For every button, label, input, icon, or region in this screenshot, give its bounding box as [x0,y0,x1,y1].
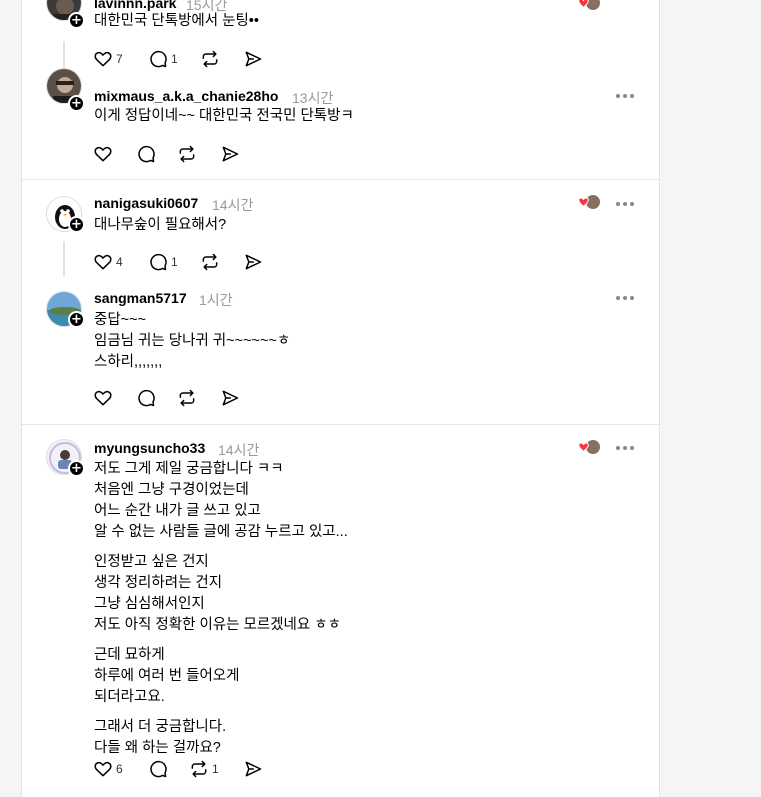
username[interactable]: mixmaus_a.k.a_chanie28ho [94,88,278,104]
share-button[interactable] [243,48,263,70]
repost-icon [179,389,195,407]
like-count: 7 [116,52,123,66]
reply-button[interactable] [136,143,156,165]
post-paragraph: 근데 묘하게 하루에 여러 번 들어오게 되더라고요. [94,645,348,708]
like-count: 4 [116,255,123,269]
reply-button[interactable]: 1 [148,251,178,273]
repost-button[interactable] [177,143,197,165]
username[interactable]: myungsuncho33 [94,440,205,456]
post-text: 저도 그게 제일 궁금합니다 ㅋㅋ 처음엔 그냥 구경이었는데 어느 순간 내가… [94,459,348,768]
share-icon [245,51,262,67]
repost-icon [202,253,218,271]
post-divider [22,424,659,425]
more-icon[interactable] [616,443,636,453]
heart-icon [94,254,112,270]
like-count: 6 [116,762,123,776]
repost-button[interactable] [200,48,220,70]
like-button[interactable]: 7 [93,48,123,70]
post-text: 대나무숲이 필요해서? [94,215,226,236]
reply-button[interactable] [148,758,168,780]
more-icon[interactable] [616,199,636,209]
post-text-line: 대나무숲이 필요해서? [94,217,227,233]
username[interactable]: nanigasuki0607 [94,195,198,211]
reply-count: 1 [171,52,178,66]
heart-icon [94,390,112,406]
comment-icon [138,389,155,407]
share-button[interactable] [243,251,263,273]
reply-button[interactable] [136,387,156,409]
more-icon[interactable] [616,293,636,303]
follow-plus-icon[interactable]: + [68,216,85,233]
post-text-line: 알 수 없는 사람들 글에 공감 누르고 있고... [94,524,348,540]
post-text-line: 중답~~~ [94,312,147,328]
like-button[interactable]: 6 [93,758,123,780]
username[interactable]: sangman5717 [94,290,187,306]
post-text-line: 근데 묘하게 [94,647,165,663]
repost-button[interactable]: 1 [189,758,219,780]
post-text: 중답~~~ 임금님 귀는 당나귀 귀~~~~~~ㅎ 스하리,,,,,,, [94,310,290,373]
share-icon [245,761,262,777]
share-icon [245,254,262,270]
post-text-line: 이게 정답이네~~ 대한민국 전국민 단톡방ㅋ [94,108,354,124]
follow-plus-icon[interactable]: + [68,95,85,112]
heart-icon [94,146,112,162]
comment-icon [138,145,155,163]
thread-connector [63,241,65,277]
post-text: 이게 정답이네~~ 대한민국 전국민 단톡방ㅋ [94,106,354,127]
post-text-line: 그래서 더 궁금합니다. [94,719,227,735]
post-text-line: 임금님 귀는 당나귀 귀~~~~~~ㅎ [94,333,291,349]
timestamp: 1시간 [199,292,233,308]
share-icon [222,146,239,162]
liked-by-author-badge [577,0,601,13]
post-text-line: 저도 아직 정확한 이유는 모르겠네요 ㅎㅎ [94,617,341,633]
post-text-line: 대한민국 단톡방에서 눈팅•• [94,13,259,29]
post-text-line: 다들 왜 하는 걸까요? [94,740,221,756]
heart-icon [94,51,112,67]
thread-feed: + lavinnn.park 15시간 대한민국 단톡방에서 눈팅•• 7 1 … [21,0,660,797]
like-button[interactable] [93,387,113,409]
timestamp: 13시간 [292,90,334,106]
timestamp: 14시간 [218,442,260,458]
post-text-line: 처음엔 그냥 구경이었는데 [94,482,249,498]
post-text-line: 생각 정리하려는 건지 [94,575,223,591]
repost-button[interactable] [177,387,197,409]
liked-by-author-badge [577,439,601,457]
comment-icon [150,760,167,778]
post-paragraph: 그래서 더 궁금합니다. 다들 왜 하는 걸까요? [94,717,348,759]
repost-button[interactable] [200,251,220,273]
share-button[interactable] [220,143,240,165]
post-text-line: 되더라고요. [94,689,165,705]
like-button[interactable] [93,143,113,165]
post-text-line: 스하리,,,,,,, [94,354,163,370]
reply-count: 1 [171,255,178,269]
comment-icon [150,50,167,68]
post-divider [22,179,659,180]
repost-icon [191,760,207,778]
post-text-line: 그냥 심심해서인지 [94,596,205,612]
heart-icon [94,761,112,777]
timestamp: 14시간 [212,197,254,213]
share-icon [222,390,239,406]
follow-plus-icon[interactable]: + [68,460,85,477]
post-paragraph: 저도 그게 제일 궁금합니다 ㅋㅋ 처음엔 그냥 구경이었는데 어느 순간 내가… [94,459,348,543]
post-text-line: 인정받고 싶은 건지 [94,554,209,570]
post-paragraph: 인정받고 싶은 건지 생각 정리하려는 건지 그냥 심심해서인지 저도 아직 정… [94,552,348,636]
comment-icon [150,253,167,271]
post-text-line: 어느 순간 내가 글 쓰고 있고 [94,503,261,519]
post-text: 대한민국 단톡방에서 눈팅•• [94,11,259,32]
repost-count: 1 [212,762,219,776]
more-icon[interactable] [616,91,636,101]
post-text-line: 하루에 여러 번 들어오게 [94,668,240,684]
share-button[interactable] [243,758,263,780]
liked-by-author-badge [577,194,601,212]
reply-button[interactable]: 1 [148,48,178,70]
repost-icon [179,145,195,163]
like-button[interactable]: 4 [93,251,123,273]
username[interactable]: lavinnn.park [94,0,176,11]
post-text-line: 저도 그게 제일 궁금합니다 ㅋㅋ [94,461,284,477]
follow-plus-icon[interactable]: + [68,311,85,328]
follow-plus-icon[interactable]: + [68,12,85,29]
repost-icon [202,50,218,68]
share-button[interactable] [220,387,240,409]
